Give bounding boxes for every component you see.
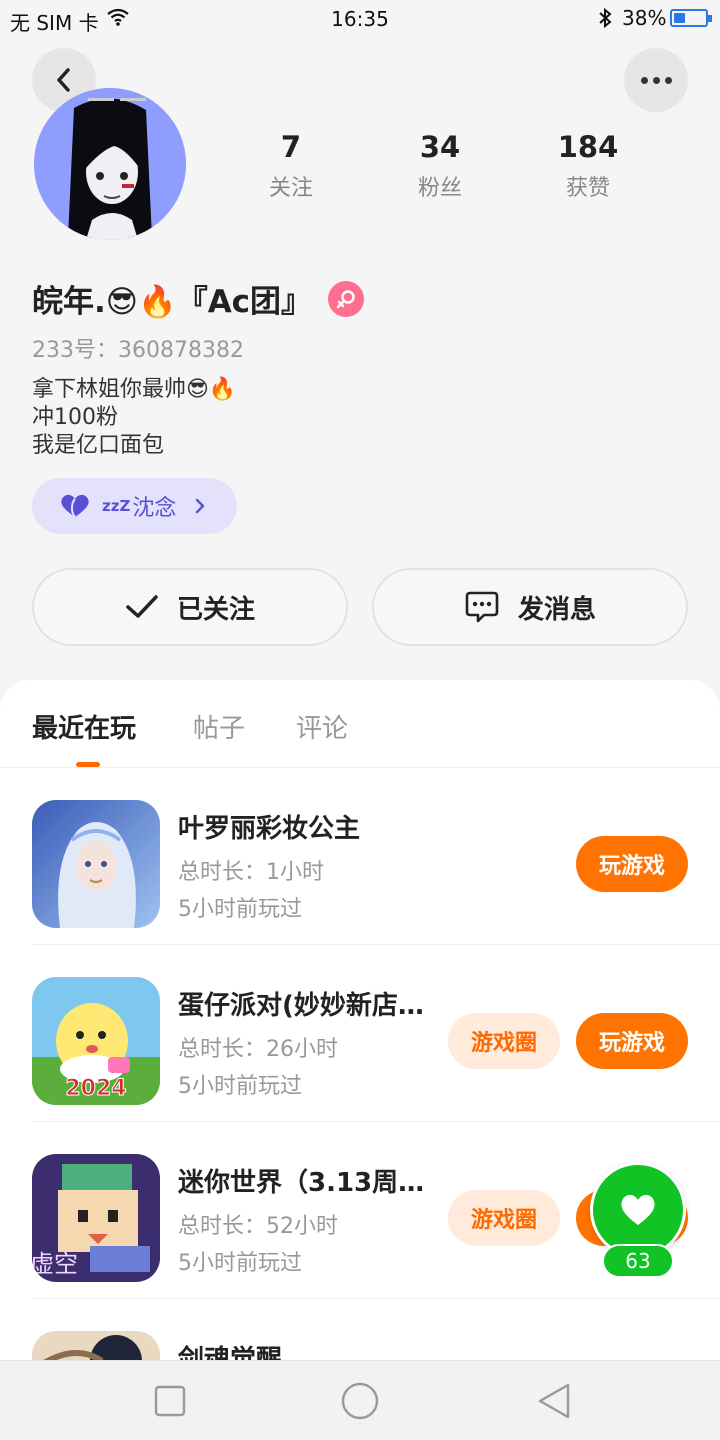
- female-icon: [328, 280, 365, 317]
- stat-following[interactable]: 7 关注: [231, 130, 351, 202]
- game-last-played: 5小时前玩过: [178, 897, 302, 922]
- game-circle-button[interactable]: 游戏圈: [448, 1190, 560, 1246]
- chevron-right-icon: [196, 498, 205, 514]
- game-name: 蛋仔派对(妙妙新店…: [178, 991, 424, 1021]
- nickname: 皖年.😎🔥『Ac团』: [32, 284, 313, 320]
- game-name: 迷你世界（3.13周…: [178, 1168, 425, 1198]
- game-name: 剑魂觉醒: [178, 1345, 283, 1360]
- game-duration: 总时长：52小时: [178, 1214, 338, 1239]
- recent-apps-icon[interactable]: [154, 1381, 186, 1421]
- following-label: 关注: [268, 176, 313, 201]
- egg-year-label: 2024: [65, 1076, 126, 1101]
- bio-line: 我是亿口面包: [32, 433, 165, 458]
- send-message-label: 发消息: [517, 594, 596, 625]
- followed-button[interactable]: 已关注: [32, 568, 348, 646]
- bio: 拿下林姐你最帅😎🔥 冲100粉 我是亿口面包: [32, 376, 236, 460]
- fans-count: 34: [419, 130, 461, 164]
- mini-tag-label: 虚空: [32, 1250, 78, 1278]
- battery-icon: [670, 9, 712, 27]
- likes-label: 获赞: [565, 176, 610, 201]
- likes-count: 184: [557, 130, 619, 164]
- followed-label: 已关注: [176, 594, 255, 625]
- game-icon-sword-soul[interactable]: [32, 1331, 160, 1360]
- game-icon-mini-world[interactable]: 虚空: [32, 1154, 160, 1282]
- back-nav-icon[interactable]: [536, 1381, 572, 1421]
- checkmark-icon: [126, 595, 158, 618]
- game-row[interactable]: 剑魂觉醒: [0, 1299, 720, 1360]
- tab-recently-played[interactable]: 最近在玩: [32, 708, 136, 745]
- status-bar: 无 SIM 卡 16:35 38%: [0, 0, 720, 38]
- game-duration: 总时长：26小时: [178, 1037, 338, 1062]
- game-last-played: 5小时前玩过: [178, 1074, 302, 1099]
- game-icon-eggy-party[interactable]: 2024: [32, 977, 160, 1105]
- game-last-played: 5小时前玩过: [178, 1251, 302, 1276]
- heart-icon: [621, 1194, 655, 1225]
- play-game-button[interactable]: 玩游戏: [576, 1013, 688, 1069]
- relationship-status-pill[interactable]: zzZ 沈念: [32, 478, 237, 534]
- status-text: 沈念: [132, 496, 177, 521]
- fans-label: 粉丝: [417, 176, 462, 201]
- game-duration: 总时长：1小时: [178, 860, 324, 885]
- game-row[interactable]: 2024 蛋仔派对(妙妙新店… 总时长：26小时 5小时前玩过 游戏圈 玩游戏: [0, 945, 720, 1122]
- bluetooth-icon: [596, 7, 614, 34]
- more-dots-icon: [640, 76, 672, 84]
- bio-line: 拿下林姐你最帅😎🔥: [32, 377, 237, 402]
- sleep-zz: zzZ: [102, 497, 131, 515]
- play-game-button[interactable]: 玩游戏: [576, 836, 688, 892]
- tab-comments[interactable]: 评论: [296, 708, 348, 745]
- bio-line: 冲100粉: [32, 405, 118, 430]
- user-id: 233号：360878382: [32, 338, 244, 363]
- nickname-row: 皖年.😎🔥『Ac团』: [32, 276, 365, 321]
- stat-likes[interactable]: 184 获赞: [528, 130, 648, 202]
- home-icon[interactable]: [340, 1381, 380, 1421]
- heart-icon: [61, 494, 89, 518]
- battery-percent: 38%: [622, 6, 667, 30]
- tab-posts[interactable]: 帖子: [193, 708, 245, 745]
- game-row[interactable]: 叶罗丽彩妆公主 总时长：1小时 5小时前玩过 玩游戏: [0, 768, 720, 945]
- game-name: 叶罗丽彩妆公主: [178, 814, 361, 844]
- chat-bubble-icon: [465, 591, 499, 623]
- following-count: 7: [280, 130, 302, 164]
- game-icon-yeloli[interactable]: [32, 800, 160, 928]
- game-circle-button[interactable]: 游戏圈: [448, 1013, 560, 1069]
- system-nav-bar: [0, 1360, 720, 1440]
- avatar[interactable]: [34, 88, 186, 240]
- stat-fans[interactable]: 34 粉丝: [380, 130, 500, 202]
- chevron-left-icon: [57, 68, 70, 92]
- like-count-badge: 63: [602, 1244, 674, 1278]
- send-message-button[interactable]: 发消息: [372, 568, 688, 646]
- more-button[interactable]: [624, 48, 688, 112]
